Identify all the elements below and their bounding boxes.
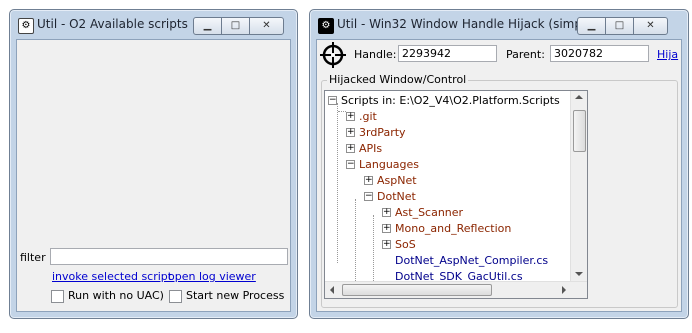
- expand-icon[interactable]: +: [382, 208, 391, 217]
- invoke-selected-script-link[interactable]: invoke selected script: [52, 270, 172, 283]
- maximize-icon: □: [230, 20, 241, 31]
- scripts-tree-view[interactable]: − Scripts in: E:\O2_V4\O2.Platform.Scrip…: [324, 90, 588, 299]
- tree-node-label: Mono_and_Reflection: [395, 222, 512, 235]
- left-window-title: Util - O2 Available scripts: [37, 17, 188, 31]
- collapse-icon[interactable]: −: [364, 192, 373, 201]
- right-title-bar[interactable]: ⚙ Util - Win32 Window Handle Hijack (sim…: [310, 10, 688, 38]
- available-scripts-window: ⚙ Util - O2 Available scripts ▁ □ ✕ filt…: [9, 9, 298, 319]
- minimize-icon: ▁: [203, 20, 212, 31]
- close-icon: ✕: [646, 20, 655, 31]
- collapse-icon[interactable]: −: [346, 160, 355, 169]
- maximize-button[interactable]: □: [605, 17, 634, 35]
- crosshair-icon[interactable]: [320, 42, 346, 68]
- tree-node-label: Languages: [359, 158, 420, 171]
- tree-node-file[interactable]: DotNet_AspNet_Compiler.cs: [395, 253, 548, 269]
- tree-node-label: 3rdParty: [359, 126, 406, 139]
- tree-node-label: .git: [359, 110, 377, 123]
- scroll-left-arrow-icon[interactable]: [330, 286, 334, 294]
- scroll-right-arrow-icon[interactable]: [562, 286, 566, 294]
- minimize-button[interactable]: ▁: [577, 17, 606, 35]
- expand-icon[interactable]: +: [364, 176, 373, 185]
- scroll-thumb[interactable]: [342, 284, 492, 296]
- tree-node-label: AspNet: [377, 174, 417, 187]
- start-new-process-label: Start new Process: [186, 289, 285, 302]
- maximize-button[interactable]: □: [221, 17, 250, 35]
- o2-gear-icon: ⚙: [318, 18, 334, 34]
- hijack-link[interactable]: Hija: [657, 48, 678, 61]
- handle-label: Handle:: [354, 48, 397, 61]
- group-title: Hijacked Window/Control: [327, 73, 469, 86]
- tree-node-label: DotNet: [377, 190, 416, 203]
- scripts-list-area[interactable]: [17, 40, 290, 245]
- close-button[interactable]: ✕: [249, 17, 284, 35]
- minimize-icon: ▁: [587, 20, 596, 31]
- start-new-process-checkbox[interactable]: [169, 290, 182, 303]
- expand-icon[interactable]: +: [346, 144, 355, 153]
- expand-icon[interactable]: +: [382, 240, 391, 249]
- maximize-icon: □: [614, 20, 625, 31]
- right-client-area: Handle: 2293942 Parent: 3020782 Hija Hij…: [316, 39, 682, 312]
- left-client-area: filter invoke selected script open log v…: [16, 39, 291, 312]
- collapse-icon[interactable]: −: [328, 96, 337, 105]
- right-window-title: Util - Win32 Window Handle Hijack (simpl…: [337, 17, 598, 31]
- scroll-thumb[interactable]: [573, 110, 586, 152]
- parent-label: Parent:: [506, 48, 545, 61]
- tree-node-label: SoS: [395, 238, 416, 251]
- scroll-down-arrow-icon[interactable]: [575, 272, 583, 276]
- run-no-uac-checkbox[interactable]: [51, 290, 64, 303]
- vertical-scrollbar[interactable]: [570, 91, 587, 281]
- filter-label: filter: [20, 251, 46, 264]
- scroll-up-arrow-icon[interactable]: [575, 95, 583, 99]
- filter-input[interactable]: [50, 248, 288, 265]
- tree-node-label: APIs: [359, 142, 383, 155]
- window-handle-hijack-window: ⚙ Util - Win32 Window Handle Hijack (sim…: [309, 9, 689, 319]
- tree-node-label: Ast_Scanner: [395, 206, 464, 219]
- expand-icon[interactable]: +: [346, 112, 355, 121]
- o2-gear-icon: ⚙: [18, 18, 34, 34]
- open-log-viewer-link[interactable]: open log viewer: [168, 270, 256, 283]
- horizontal-scrollbar[interactable]: [325, 281, 587, 298]
- parent-field[interactable]: 3020782: [550, 45, 649, 62]
- right-caption-buttons: ▁ □ ✕: [577, 17, 668, 35]
- close-icon: ✕: [262, 20, 271, 31]
- minimize-button[interactable]: ▁: [193, 17, 222, 35]
- left-title-bar[interactable]: ⚙ Util - O2 Available scripts ▁ □ ✕: [10, 10, 297, 38]
- run-no-uac-label: Run with no UAC): [68, 289, 164, 302]
- left-caption-buttons: ▁ □ ✕: [193, 17, 284, 35]
- handle-field[interactable]: 2293942: [398, 45, 497, 62]
- close-button[interactable]: ✕: [633, 17, 668, 35]
- expand-icon[interactable]: +: [382, 224, 391, 233]
- tree-node-label: Scripts in: E:\O2_V4\O2.Platform.Scripts: [341, 94, 560, 107]
- tree-node-label: DotNet_AspNet_Compiler.cs: [395, 254, 549, 267]
- expand-icon[interactable]: +: [346, 128, 355, 137]
